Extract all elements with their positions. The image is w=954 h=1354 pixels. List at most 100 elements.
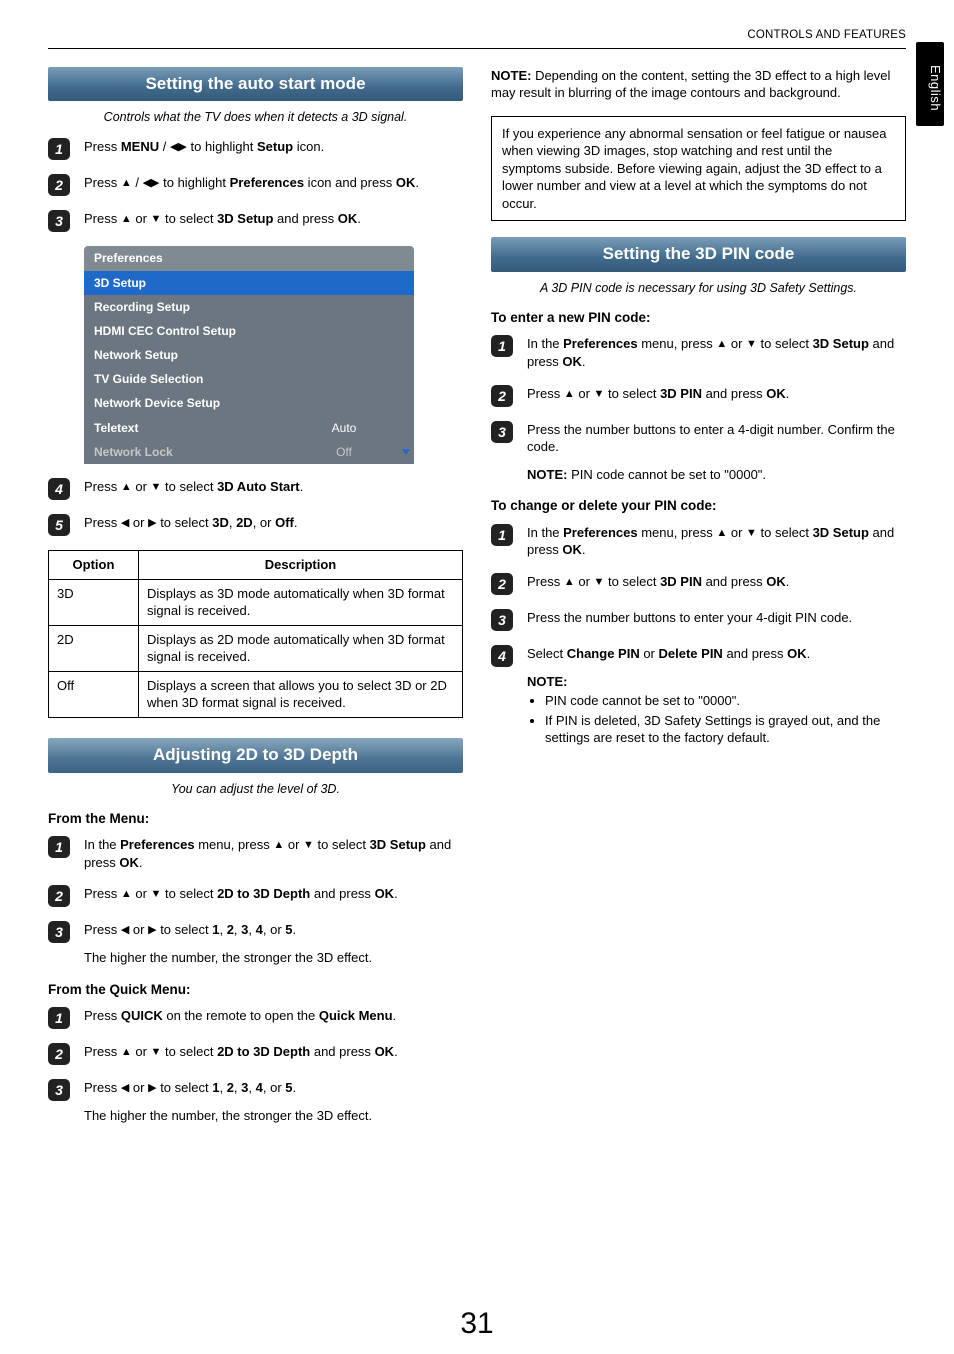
section-title-2d3d-depth: Adjusting 2D to 3D Depth [48, 738, 463, 773]
subheading-change-pin: To change or delete your PIN code: [491, 497, 906, 515]
step-text: Press MENU / ◀▶ to highlight Setup icon. [84, 138, 463, 156]
step-text: Press ◀ or ▶ to select 3D, 2D, or Off. [84, 514, 463, 532]
step-text: In the Preferences menu, press ▲ or ▼ to… [84, 836, 463, 871]
up-icon: ▲ [121, 480, 132, 495]
step-text: Press ▲ or ▼ to select 3D Auto Start. [84, 478, 463, 496]
step-1: 1 In the Preferences menu, press ▲ or ▼ … [48, 836, 463, 871]
step-number-icon: 3 [491, 609, 513, 631]
prefs-row: TV Guide Selection [84, 367, 414, 391]
note-text: NOTE: Depending on the content, setting … [491, 67, 906, 102]
prefs-row-selected: 3D Setup [84, 271, 414, 295]
prefs-row-dimmed: Network LockOff [84, 440, 414, 464]
step-text: In the Preferences menu, press ▲ or ▼ to… [527, 335, 906, 370]
down-icon: ▼ [151, 212, 162, 227]
right-icon: ▶ [148, 923, 156, 938]
down-icon: ▼ [303, 838, 314, 853]
step-number-icon: 1 [48, 138, 70, 160]
page-number: 31 [460, 1304, 493, 1345]
header-section-label: CONTROLS AND FEATURES [48, 28, 906, 44]
options-table: OptionDescription 3DDisplays as 3D mode … [48, 550, 463, 718]
section-subtitle: Controls what the TV does when it detect… [48, 109, 463, 126]
step-text: In the Preferences menu, press ▲ or ▼ to… [527, 524, 906, 559]
prefs-row: Recording Setup [84, 295, 414, 319]
step-text: Press ▲ or ▼ to select 2D to 3D Depth an… [84, 1043, 463, 1061]
up-icon: ▲ [564, 387, 575, 402]
step-number-icon: 3 [491, 421, 513, 443]
preferences-menu-screenshot: Preferences 3D Setup Recording Setup HDM… [84, 246, 414, 464]
up-icon: ▲ [121, 1045, 132, 1060]
step-2: 2 Press ▲ or ▼ to select 3D PIN and pres… [491, 385, 906, 407]
step-number-icon: 2 [48, 1043, 70, 1065]
step-3: 3 Press ◀ or ▶ to select 1, 2, 3, 4, or … [48, 1079, 463, 1124]
step-number-icon: 1 [491, 524, 513, 546]
step-1: 1 Press MENU / ◀▶ to highlight Setup ico… [48, 138, 463, 160]
step-number-icon: 3 [48, 210, 70, 232]
step-number-icon: 1 [48, 836, 70, 858]
prefs-row: HDMI CEC Control Setup [84, 319, 414, 343]
left-icon: ◀ [121, 516, 129, 531]
section-subtitle: You can adjust the level of 3D. [48, 781, 463, 798]
step-number-icon: 2 [48, 885, 70, 907]
step-4: 4 Press ▲ or ▼ to select 3D Auto Start. [48, 478, 463, 500]
prefs-title: Preferences [84, 246, 414, 270]
subheading-from-menu: From the Menu: [48, 810, 463, 828]
table-header: Option [49, 551, 139, 580]
step-1: 1 Press QUICK on the remote to open the … [48, 1007, 463, 1029]
step-3: 3 Press the number buttons to enter a 4-… [491, 421, 906, 484]
step-tail-text: The higher the number, the stronger the … [84, 950, 372, 965]
up-icon: ▲ [121, 176, 132, 191]
step-text: Press ◀ or ▶ to select 1, 2, 3, 4, or 5.… [84, 921, 463, 966]
step-1: 1 In the Preferences menu, press ▲ or ▼ … [491, 524, 906, 559]
step-5: 5 Press ◀ or ▶ to select 3D, 2D, or Off. [48, 514, 463, 536]
right-icon: ▶ [148, 516, 156, 531]
step-text: Press the number buttons to enter a 4-di… [527, 421, 906, 484]
step-2: 2 Press ▲ or ▼ to select 2D to 3D Depth … [48, 1043, 463, 1065]
section-title-3d-pin: Setting the 3D PIN code [491, 237, 906, 272]
step-text: Press QUICK on the remote to open the Qu… [84, 1007, 463, 1025]
subheading-enter-pin: To enter a new PIN code: [491, 309, 906, 327]
step-text: Press ▲ or ▼ to select 2D to 3D Depth an… [84, 885, 463, 903]
up-icon: ▲ [273, 838, 284, 853]
up-icon: ▲ [716, 526, 727, 541]
section-subtitle: A 3D PIN code is necessary for using 3D … [491, 280, 906, 297]
language-tab: English [916, 42, 944, 126]
up-icon: ▲ [716, 337, 727, 352]
up-icon: ▲ [121, 212, 132, 227]
step-text: Press the number buttons to enter your 4… [527, 609, 906, 627]
step-number-icon: 4 [48, 478, 70, 500]
down-icon: ▼ [746, 526, 757, 541]
list-item: PIN code cannot be set to "0000". [545, 692, 906, 710]
step-number-icon: 1 [48, 1007, 70, 1029]
step-number-icon: 4 [491, 645, 513, 667]
step-number-icon: 5 [48, 514, 70, 536]
step-text: Press ▲ / ◀▶ to highlight Preferences ic… [84, 174, 463, 192]
left-icon: ◀ [121, 1081, 129, 1096]
section-title-auto-start: Setting the auto start mode [48, 67, 463, 102]
step-3: 3 Press ◀ or ▶ to select 1, 2, 3, 4, or … [48, 921, 463, 966]
step-3: 3 Press the number buttons to enter your… [491, 609, 906, 631]
left-icon: ◀ [121, 923, 129, 938]
prefs-row: Network Device Setup [84, 391, 414, 415]
step-3: 3 Press ▲ or ▼ to select 3D Setup and pr… [48, 210, 463, 232]
step-number-icon: 2 [491, 385, 513, 407]
step-number-icon: 3 [48, 1079, 70, 1101]
left-right-icon: ◀▶ [143, 176, 160, 191]
step-text: Press ▲ or ▼ to select 3D PIN and press … [527, 573, 906, 591]
table-row: 3DDisplays as 3D mode automatically when… [49, 579, 463, 625]
down-icon: ▼ [594, 575, 605, 590]
table-header: Description [139, 551, 463, 580]
step-number-icon: 3 [48, 921, 70, 943]
step-number-icon: 2 [48, 174, 70, 196]
note-label: NOTE: [527, 674, 567, 689]
down-icon: ▼ [151, 480, 162, 495]
down-icon: ▼ [151, 1045, 162, 1060]
step-text: Select Change PIN or Delete PIN and pres… [527, 645, 906, 749]
step-2: 2 Press ▲ / ◀▶ to highlight Preferences … [48, 174, 463, 196]
step-number-icon: 1 [491, 335, 513, 357]
table-row: 2DDisplays as 2D mode automatically when… [49, 625, 463, 671]
step-text: Press ▲ or ▼ to select 3D PIN and press … [527, 385, 906, 403]
prefs-row: TeletextAuto [84, 416, 414, 440]
step-number-icon: 2 [491, 573, 513, 595]
left-right-icon: ◀▶ [170, 140, 187, 155]
prefs-row: Network Setup [84, 343, 414, 367]
